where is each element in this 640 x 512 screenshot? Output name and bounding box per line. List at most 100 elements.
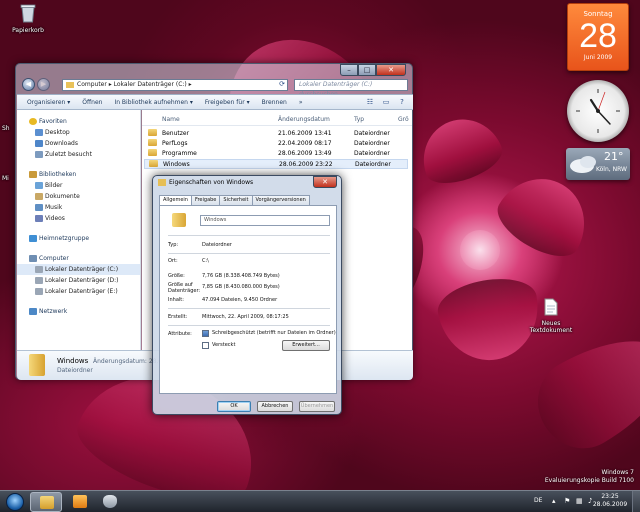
sidebar-item[interactable]: Zuletzt besucht bbox=[17, 149, 140, 160]
created-label: Erstellt: bbox=[168, 314, 188, 320]
pictures-icon bbox=[35, 182, 43, 189]
sidebar-item[interactable]: Lokaler Datenträger (E:) bbox=[17, 286, 140, 297]
contents-label: Inhalt: bbox=[168, 297, 184, 303]
sidebar-item[interactable]: Lokaler Datenträger (C:) bbox=[17, 264, 140, 275]
help-icon[interactable]: ? bbox=[397, 98, 407, 107]
recycle-bin-icon[interactable]: Papierkorb bbox=[6, 3, 50, 34]
include-in-library-menu[interactable]: In Bibliothek aufnehmen ▾ bbox=[114, 99, 192, 106]
maximize-button[interactable]: □ bbox=[358, 64, 376, 76]
cancel-button[interactable]: Abbrechen bbox=[257, 401, 293, 412]
taskbar-security-button[interactable] bbox=[94, 492, 126, 512]
refresh-icon[interactable]: ⟳ bbox=[276, 79, 288, 89]
drive-icon bbox=[35, 288, 43, 295]
tab-sharing[interactable]: Freigabe bbox=[190, 195, 221, 205]
sidebar-item[interactable]: Heimnetzgruppe bbox=[17, 233, 140, 244]
properties-dialog[interactable]: Eigenschaften von Windows ✕ Allgemein Fr… bbox=[152, 175, 342, 415]
sidebar-item[interactable]: Bibliotheken bbox=[17, 169, 140, 180]
sidebar-item-label: Heimnetzgruppe bbox=[39, 235, 90, 242]
sidebar-item-label: Videos bbox=[45, 215, 65, 222]
organize-menu[interactable]: Organisieren ▾ bbox=[27, 99, 70, 106]
language-indicator[interactable]: DE bbox=[534, 497, 542, 504]
hidden-label[interactable]: Versteckt bbox=[212, 342, 235, 349]
system-tray: ▴ ⚑ ▦ ♪ bbox=[552, 497, 595, 505]
search-input[interactable]: Lokaler Datenträger (C:) durchsuchen bbox=[294, 79, 408, 98]
tab-previous-versions[interactable]: Vorgängerversionen bbox=[251, 195, 310, 205]
start-button[interactable] bbox=[2, 491, 28, 512]
separator bbox=[168, 235, 330, 236]
taskbar-media-player-button[interactable] bbox=[64, 492, 96, 512]
advanced-button[interactable]: Erweitert... bbox=[282, 340, 330, 351]
sidebar-item[interactable]: Computer bbox=[17, 253, 140, 264]
tab-security[interactable]: Sicherheit bbox=[219, 195, 253, 205]
weather-gadget[interactable]: 21° Köln, NRW bbox=[566, 148, 630, 180]
file-row[interactable]: PerfLogs 22.04.2009 08:17 Dateiordner bbox=[144, 139, 408, 149]
sidebar-item[interactable]: Favoriten bbox=[17, 116, 140, 127]
sidebar-item-label: Lokaler Datenträger (C:) bbox=[45, 266, 119, 273]
desktop-icon bbox=[35, 129, 43, 136]
preview-pane-icon[interactable]: ▭ bbox=[381, 98, 391, 107]
burn-button[interactable]: Brennen bbox=[262, 99, 287, 106]
folder-icon bbox=[148, 139, 157, 146]
ok-button[interactable]: OK bbox=[217, 401, 251, 412]
taskbar-explorer-button[interactable] bbox=[30, 492, 62, 512]
folder-icon bbox=[149, 160, 158, 167]
sidebar-item-label: Musik bbox=[45, 204, 63, 211]
more-commands-button[interactable]: » bbox=[299, 99, 303, 106]
calendar-month: Juni 2009 bbox=[583, 54, 613, 61]
sidebar-item[interactable]: Musik bbox=[17, 202, 140, 213]
folder-name-input[interactable]: Windows bbox=[200, 215, 330, 226]
share-with-menu[interactable]: Freigeben für ▾ bbox=[205, 99, 250, 106]
sidebar-item[interactable]: Bilder bbox=[17, 180, 140, 191]
sidebar-item[interactable]: Lokaler Datenträger (D:) bbox=[17, 275, 140, 286]
column-name[interactable]: Name bbox=[162, 114, 180, 126]
evaluation-watermark: Windows 7 Evaluierungskopie Build 7100 bbox=[545, 469, 634, 485]
sidebar-item[interactable]: Videos bbox=[17, 213, 140, 224]
sidebar-item[interactable]: Dokumente bbox=[17, 191, 140, 202]
sidebar-item[interactable]: Downloads bbox=[17, 138, 140, 149]
file-row[interactable]: Benutzer 21.06.2009 13:41 Dateiordner bbox=[144, 129, 408, 139]
taskbar-clock[interactable]: 23:25 28.06.2009 bbox=[590, 493, 630, 509]
drive-icon bbox=[35, 277, 43, 284]
library-icon bbox=[29, 171, 37, 178]
file-row[interactable]: Programme 28.06.2009 13:49 Dateiordner bbox=[144, 149, 408, 159]
recent-icon bbox=[35, 151, 43, 158]
close-button[interactable]: ✕ bbox=[376, 64, 406, 76]
column-date[interactable]: Änderungsdatum bbox=[278, 114, 330, 126]
network-icon[interactable]: ▦ bbox=[576, 497, 583, 505]
weather-location: Köln, NRW bbox=[596, 166, 627, 173]
cut-off-shortcut-2[interactable]: Mi bbox=[2, 175, 16, 182]
new-text-document-icon[interactable]: Neues Textdokument bbox=[528, 298, 574, 334]
column-type[interactable]: Typ bbox=[354, 114, 364, 126]
show-hidden-icons-icon[interactable]: ▴ bbox=[552, 497, 559, 505]
hidden-checkbox[interactable] bbox=[202, 342, 209, 349]
attributes-label: Attribute: bbox=[168, 331, 192, 337]
sidebar-item[interactable]: Desktop bbox=[17, 127, 140, 138]
show-desktop-button[interactable] bbox=[632, 491, 640, 512]
calendar-gadget[interactable]: Sonntag 28 Juni 2009 bbox=[567, 3, 629, 71]
address-bar[interactable]: Computer ▸ Lokaler Datenträger (C:) ▸ bbox=[62, 79, 288, 91]
clock-gadget[interactable] bbox=[567, 80, 629, 142]
size-value: 7,76 GB (8.338.408.749 Bytes) bbox=[202, 273, 280, 279]
sidebar-item-label: Zuletzt besucht bbox=[45, 151, 92, 158]
dialog-close-button[interactable]: ✕ bbox=[313, 176, 337, 188]
downloads-icon bbox=[35, 140, 43, 147]
apply-button[interactable]: Übernehmen bbox=[299, 401, 335, 412]
file-row[interactable]: Windows 28.06.2009 23:22 Dateiordner bbox=[144, 159, 408, 169]
back-button[interactable]: ◀ bbox=[22, 78, 35, 91]
forward-button[interactable]: ▶ bbox=[37, 78, 50, 91]
minimize-button[interactable]: – bbox=[340, 64, 358, 76]
sidebar-item[interactable]: Netzwerk bbox=[17, 306, 140, 317]
readonly-label[interactable]: Schreibgeschützt (betrifft nur Dateien i… bbox=[212, 330, 336, 337]
media-player-icon bbox=[73, 495, 87, 508]
file-type: Dateiordner bbox=[355, 161, 391, 168]
change-view-icon[interactable]: ☷ bbox=[365, 98, 375, 107]
explorer-window-controls: – □ ✕ bbox=[340, 64, 406, 76]
column-size[interactable]: Grö bbox=[398, 114, 409, 126]
action-center-icon[interactable]: ⚑ bbox=[564, 497, 571, 505]
cut-off-shortcut-1[interactable]: Sh bbox=[2, 125, 16, 132]
readonly-checkbox[interactable] bbox=[202, 330, 209, 337]
windows-logo-icon bbox=[6, 493, 24, 511]
open-button[interactable]: Öffnen bbox=[82, 99, 102, 106]
